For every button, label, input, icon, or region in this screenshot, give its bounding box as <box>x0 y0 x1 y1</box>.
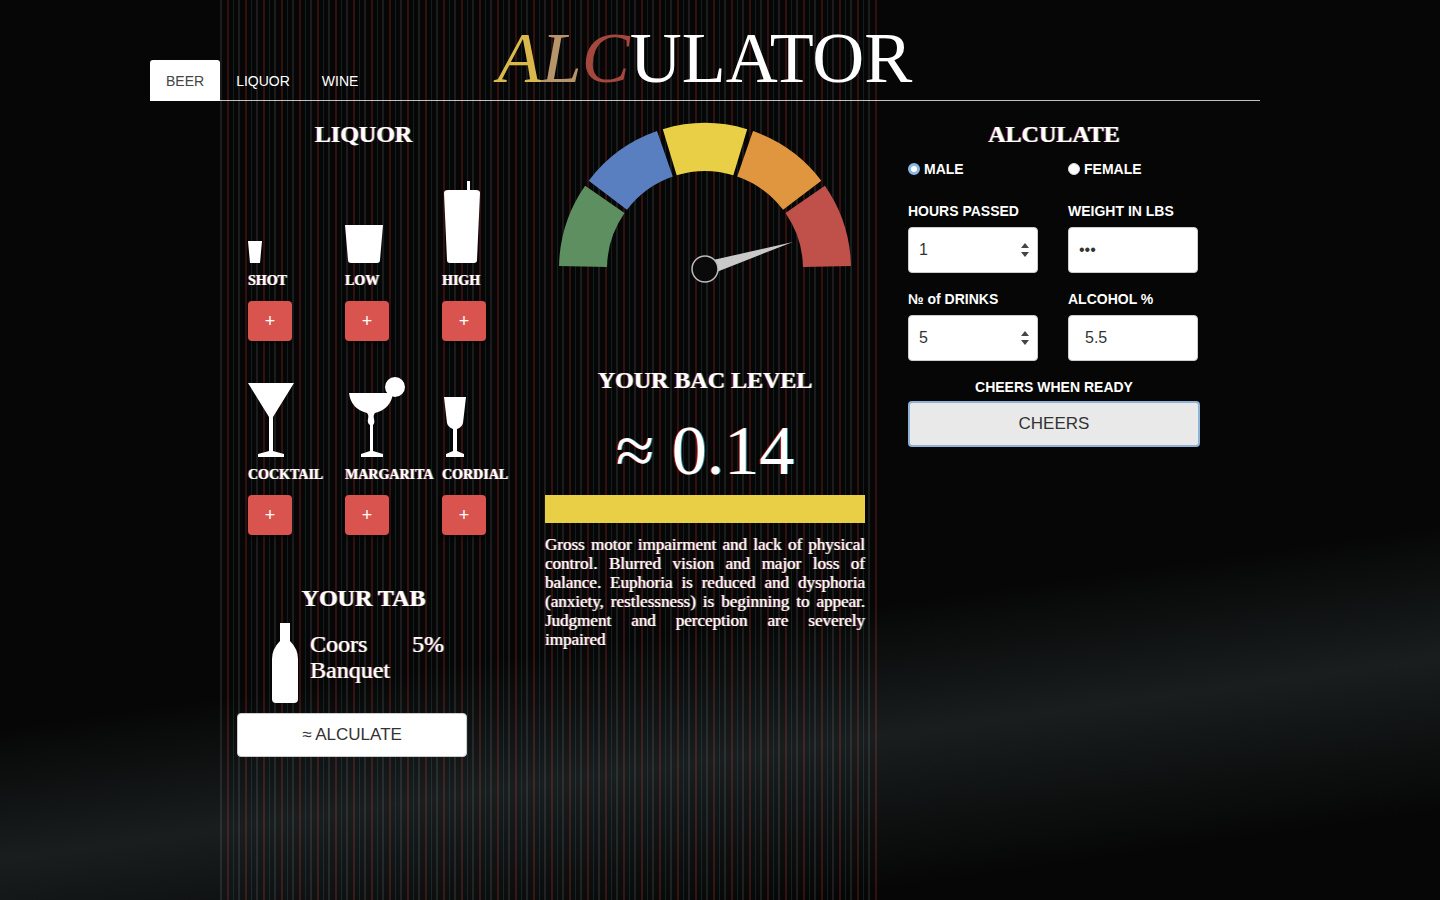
field-label: ALCOHOL % <box>1068 291 1198 307</box>
form-column: ALCULATE MALE FEMALE HOURS PASSED WEIGHT IN … <box>895 119 1200 757</box>
tab-item-abv: 5% <box>412 631 444 657</box>
bottle-icon <box>270 623 300 703</box>
logo: ALCULATOR <box>498 22 913 94</box>
drink-item: HIGH + <box>442 179 539 341</box>
form-title: ALCULATE <box>908 119 1200 149</box>
bac-description: Gross motor impairment and lack of physi… <box>545 535 865 649</box>
form-field: ALCOHOL % <box>1068 291 1198 361</box>
header: BEERLIQUORWINEALCULATOR <box>150 22 1260 101</box>
radio-dot[interactable] <box>908 163 920 175</box>
drink-label: CORDIAL <box>442 467 508 483</box>
drink-label: MARGARITA <box>345 467 433 483</box>
spinner-icon[interactable] <box>1021 242 1029 258</box>
tab-item: Coors Banquet 5% <box>270 623 515 703</box>
bac-title: YOUR BAC LEVEL <box>545 365 865 395</box>
cheers-prompt: CHEERS WHEN READY <box>908 379 1200 395</box>
drink-label: COCKTAIL <box>248 467 323 483</box>
liquor-column: LIQUORSHOT+LOW+HIGH+COCKTAIL+MARGARITA+C… <box>240 119 515 757</box>
form-field: HOURS PASSED <box>908 203 1038 273</box>
gender-radio[interactable]: MALE <box>908 161 1038 177</box>
liquor-title: LIQUOR <box>240 119 515 149</box>
add-drink-button[interactable]: + <box>345 495 389 535</box>
meter-column: YOUR BAC LEVEL ≈ 0.14 Gross motor impairme… <box>545 119 865 757</box>
drink-tab[interactable]: WINE <box>306 60 375 101</box>
drink-tabs: BEERLIQUORWINE <box>150 60 498 100</box>
form-field: № of DRINKS <box>908 291 1038 361</box>
field-label: HOURS PASSED <box>908 203 1038 219</box>
spinner-icon[interactable] <box>1021 330 1029 346</box>
drink-label: LOW <box>345 273 379 289</box>
drink-grid: SHOT + LOW + HIGH + COCKTAIL + MARGARITA + CORDIAL… <box>240 179 515 535</box>
drink-tab[interactable]: LIQUOR <box>220 60 306 101</box>
field-label: № of DRINKS <box>908 291 1038 307</box>
logo-part: L <box>542 18 582 98</box>
gauge-segment <box>663 123 747 175</box>
drink-icon-box <box>345 373 407 457</box>
drink-item: MARGARITA + <box>345 373 442 535</box>
gender-radios: MALE FEMALE <box>908 161 1200 177</box>
tab-title: YOUR TAB <box>240 583 515 613</box>
field-box[interactable] <box>1068 227 1198 273</box>
main: LIQUORSHOT+LOW+HIGH+COCKTAIL+MARGARITA+C… <box>150 101 1260 757</box>
gauge-hub <box>692 256 718 282</box>
add-drink-button[interactable]: + <box>248 495 292 535</box>
field-input[interactable] <box>919 329 1021 347</box>
field-input[interactable] <box>1079 241 1189 259</box>
gauge-segment <box>589 131 673 210</box>
low-glass-icon <box>345 225 383 263</box>
drink-icon-box <box>248 373 294 457</box>
cocktail-glass-icon <box>248 381 294 457</box>
radio-dot[interactable] <box>1068 163 1080 175</box>
drink-item: LOW + <box>345 179 442 341</box>
logo-part: A <box>498 18 542 98</box>
cordial-glass-icon <box>442 397 468 457</box>
gender-radio[interactable]: FEMALE <box>1068 161 1198 177</box>
drink-icon-box <box>248 179 262 263</box>
add-drink-button[interactable]: + <box>345 301 389 341</box>
drink-item: CORDIAL + <box>442 373 539 535</box>
gauge-segment <box>785 186 850 267</box>
form-field: WEIGHT IN LBS <box>1068 203 1198 273</box>
alculator-page: BEERLIQUORWINEALCULATORLIQUORSHOT+LOW+HI… <box>0 0 1440 900</box>
field-box[interactable] <box>908 227 1038 273</box>
add-drink-button[interactable]: + <box>248 301 292 341</box>
field-label: WEIGHT IN LBS <box>1068 203 1198 219</box>
shot-glass-icon <box>248 241 262 263</box>
drink-tab[interactable]: BEER <box>150 60 220 101</box>
logo-part: ULATOR <box>630 18 913 98</box>
drink-label: HIGH <box>442 273 480 289</box>
bac-level-bar <box>545 495 865 523</box>
add-drink-button[interactable]: + <box>442 301 486 341</box>
bac-reading: ≈ 0.14 <box>545 413 865 489</box>
field-input[interactable] <box>919 241 1021 259</box>
cheers-button[interactable]: CHEERS <box>908 401 1200 447</box>
drink-icon-box <box>442 373 468 457</box>
field-input[interactable] <box>1079 329 1189 347</box>
drink-label: SHOT <box>248 273 287 289</box>
alculate-button[interactable]: ≈ ALCULATE <box>237 713 467 757</box>
drink-item: COCKTAIL + <box>248 373 345 535</box>
logo-part: C <box>582 18 630 98</box>
drink-icon-box <box>442 179 482 263</box>
bac-gauge <box>555 119 855 287</box>
high-glass-icon <box>442 181 482 263</box>
drink-item: SHOT + <box>248 179 345 341</box>
drink-icon-box <box>345 179 383 263</box>
add-drink-button[interactable]: + <box>442 495 486 535</box>
form-fields: HOURS PASSED WEIGHT IN LBS № of DRINKS ALCO… <box>908 185 1200 361</box>
field-box[interactable] <box>1068 315 1198 361</box>
field-box[interactable] <box>908 315 1038 361</box>
tab-item-name: Coors Banquet <box>310 631 402 683</box>
margarita-glass-icon <box>345 377 407 457</box>
